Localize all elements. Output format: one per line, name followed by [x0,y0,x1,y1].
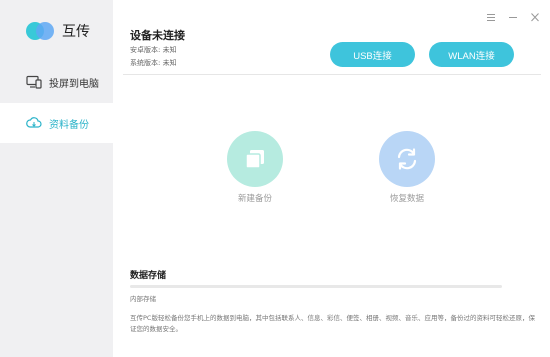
new-backup-icon [227,131,283,187]
app-name: 互传 [62,24,90,40]
window-controls [486,12,540,22]
wlan-connect-button[interactable]: WLAN连接 [429,42,514,67]
storage-title: 数据存储 [130,271,167,281]
new-backup-label: 新建备份 [237,194,272,204]
restore-icon [379,131,435,187]
restore-data-action[interactable]: 恢复数据 [372,131,442,204]
sidebar-item-label: 投屏到电脑 [49,78,99,90]
header-divider [123,74,541,75]
app-logo-icon [26,20,56,42]
sidebar: 互传 投屏到电脑 资料备份 [0,0,113,357]
device-status-title: 设备未连接 [130,29,185,42]
close-icon[interactable] [530,12,540,22]
sidebar-item-data-backup[interactable]: 资料备份 [0,103,113,143]
minimize-icon[interactable] [508,12,518,22]
restore-label: 恢复数据 [389,194,424,204]
system-version: 系统版本: 未知 [130,59,177,67]
storage-progress-bar [130,285,502,288]
menu-icon[interactable] [486,12,496,22]
sidebar-item-label: 资料备份 [49,119,89,131]
usb-connect-button[interactable]: USB连接 [330,42,415,67]
storage-description: 互传PC版轻松备份您手机上的数据到电脑，其中包括联系人、信息、彩信、便签、相册、… [130,314,535,333]
brand: 互传 [26,20,90,42]
monitor-phone-icon [26,75,42,89]
sidebar-item-screen-mirror[interactable]: 投屏到电脑 [0,62,113,102]
cloud-icon [26,116,42,130]
storage-subtitle: 内部存储 [130,295,156,303]
android-version: 安卓版本: 未知 [130,46,177,54]
new-backup-action[interactable]: 新建备份 [220,131,290,204]
